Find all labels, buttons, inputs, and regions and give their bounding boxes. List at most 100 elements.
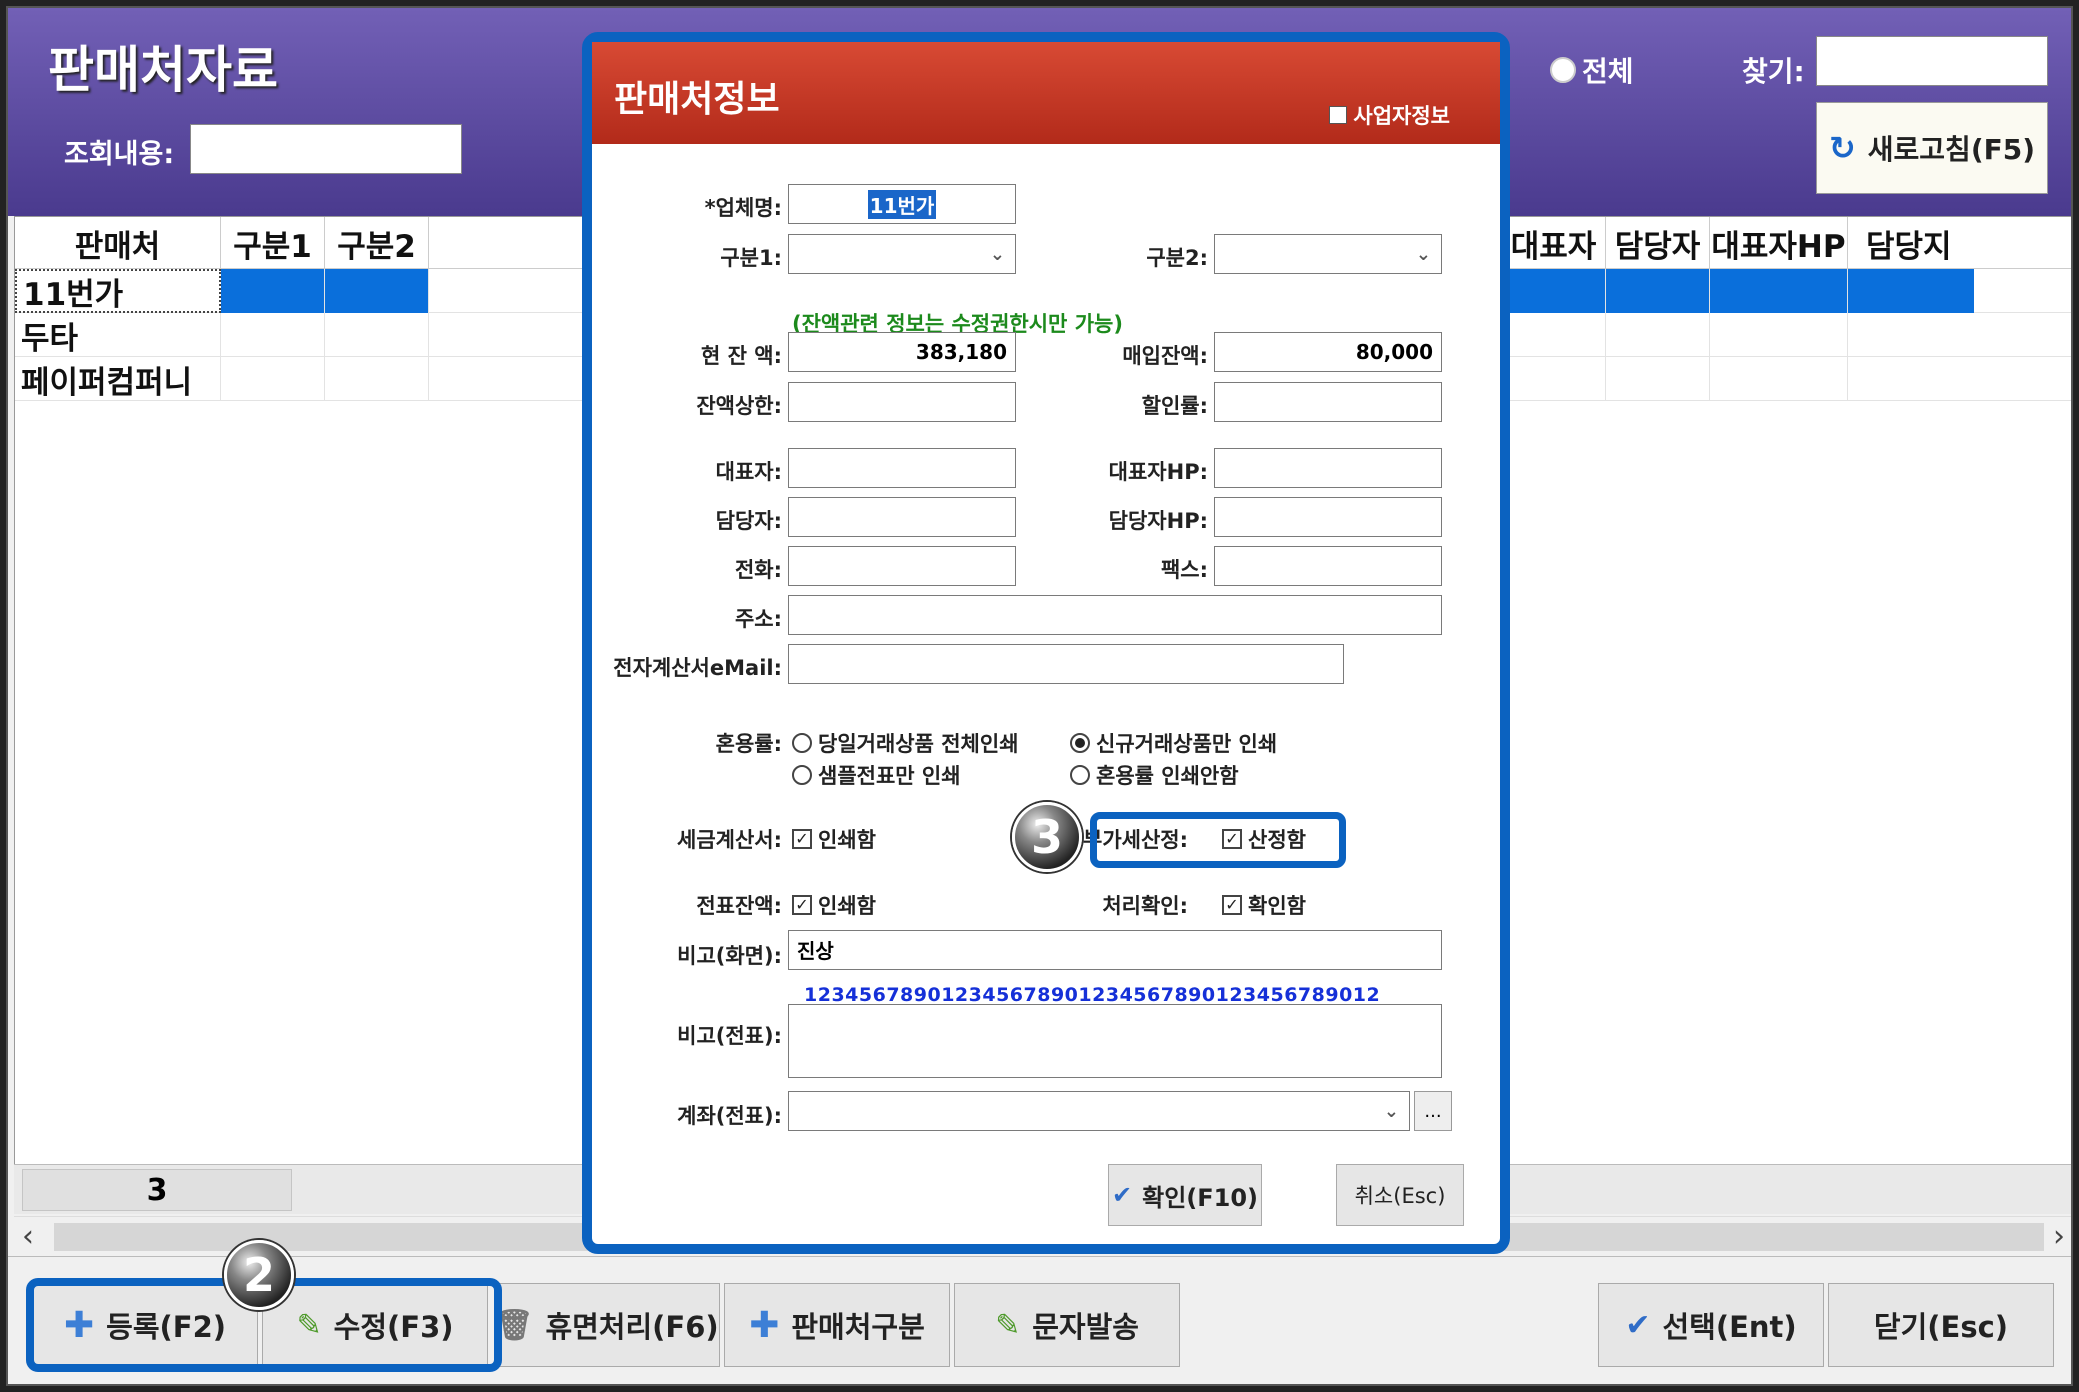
company-value: 11번가 — [867, 189, 937, 219]
find-input[interactable] — [1816, 36, 2048, 86]
manager-hp-label: 담당자HP: — [1108, 509, 1208, 533]
discount-label: 할인률: — [1141, 394, 1208, 418]
close-button[interactable]: 닫기(Esc) — [1828, 1283, 2054, 1367]
chevron-down-icon: ⌄ — [989, 244, 1005, 265]
cell — [1502, 313, 1606, 357]
process-checkbox[interactable]: ✓ 확인함 — [1222, 890, 1306, 920]
check-icon: ✔ — [1112, 1181, 1133, 1209]
ceo-hp-input[interactable] — [1214, 448, 1442, 488]
purchase-balance-input[interactable]: 80,000 — [1214, 332, 1442, 372]
cell — [221, 313, 325, 357]
phone-label: 전화: — [734, 558, 782, 582]
ceo-input[interactable] — [788, 448, 1016, 488]
cell — [1502, 357, 1606, 401]
checkbox-icon — [1329, 106, 1348, 124]
manager-label: 담당자: — [715, 509, 782, 533]
biz-info-checkbox[interactable]: 사업자정보 — [1329, 100, 1450, 130]
slip-balance-label: 전표잔액: — [696, 894, 782, 918]
select-button[interactable]: ✔ 선택(Ent) — [1598, 1283, 1824, 1367]
company-input[interactable]: 11번가 — [788, 184, 1016, 224]
balance-input[interactable]: 383,180 — [788, 332, 1016, 372]
account-select[interactable]: ⌄ — [788, 1091, 1410, 1131]
phone-input[interactable] — [788, 546, 1016, 586]
vendor-category-button[interactable]: ✚ 판매처구분 — [724, 1283, 950, 1367]
manager-hp-input[interactable] — [1214, 497, 1442, 537]
close-label: 닫기(Esc) — [1873, 1310, 2009, 1344]
memo-slip-input[interactable] — [788, 1004, 1442, 1078]
chevron-down-icon: ⌄ — [1415, 244, 1431, 265]
mix-option-none[interactable]: 혼용률 인쇄안함 — [1070, 760, 1239, 790]
radio-all[interactable]: 전체 — [1550, 50, 1634, 90]
highlight-box-step3 — [1090, 812, 1346, 868]
col-header-manager[interactable]: 담당자 — [1606, 217, 1710, 269]
dialog-title-bar: 판매처정보 사업자정보 — [592, 42, 1500, 144]
step-badge-3: 3 — [1012, 802, 1082, 872]
mix-option-new[interactable]: 신규거래상품만 인쇄 — [1070, 728, 1277, 758]
cat2-select[interactable]: ⌄ — [1214, 234, 1442, 274]
biz-info-label: 사업자정보 — [1353, 104, 1450, 128]
col-header-manager2[interactable]: 담당지 — [1848, 217, 1974, 269]
cell — [1606, 269, 1710, 313]
col-header-vendor[interactable]: 판매처 — [15, 217, 221, 269]
cell — [1502, 269, 1606, 313]
cell — [1710, 313, 1848, 357]
limit-input[interactable] — [788, 382, 1016, 422]
company-label: *업체명: — [704, 196, 782, 220]
discount-input[interactable] — [1214, 382, 1442, 422]
col-header-ceo[interactable]: 대표자 — [1502, 217, 1606, 269]
slip-balance-check-label: 인쇄함 — [818, 894, 876, 918]
email-input[interactable] — [788, 644, 1344, 684]
cell — [1848, 269, 1974, 313]
chevron-right-icon[interactable]: › — [2053, 1219, 2065, 1254]
mix-option-all[interactable]: 당일거래상품 전체인쇄 — [792, 728, 1019, 758]
radio-icon — [792, 733, 812, 753]
ceo-label: 대표자: — [715, 460, 782, 484]
col-header-cat1[interactable]: 구분1 — [221, 217, 325, 269]
address-input[interactable] — [788, 595, 1442, 635]
memo-screen-input[interactable]: 진상 — [788, 930, 1442, 970]
col-header-ceo-hp[interactable]: 대표자HP — [1710, 217, 1848, 269]
chevron-left-icon[interactable]: ‹ — [22, 1219, 34, 1254]
tax-invoice-check-label: 인쇄함 — [818, 828, 876, 852]
fax-input[interactable] — [1214, 546, 1442, 586]
vendor-info-dialog: 판매처정보 사업자정보 *업체명: 11번가 구분1: ⌄ 구분2: ⌄ (잔액… — [582, 32, 1510, 1254]
mix-option-none-label: 혼용률 인쇄안함 — [1096, 764, 1239, 788]
character-ruler: 1234567890123456789012345678901234567890… — [804, 984, 1381, 1006]
cancel-button[interactable]: 취소(Esc) — [1336, 1164, 1464, 1226]
process-check-label: 확인함 — [1248, 894, 1306, 918]
slip-balance-checkbox[interactable]: ✓ 인쇄함 — [792, 890, 876, 920]
cat1-select[interactable]: ⌄ — [788, 234, 1016, 274]
mix-option-sample[interactable]: 샘플전표만 인쇄 — [792, 760, 961, 790]
sms-button[interactable]: ✎ 문자발송 — [954, 1283, 1180, 1367]
refresh-button[interactable]: ↻ 새로고침(F5) — [1816, 102, 2048, 194]
account-browse-button[interactable]: ... — [1414, 1091, 1452, 1131]
cell — [1606, 313, 1710, 357]
chevron-down-icon: ⌄ — [1383, 1101, 1399, 1122]
ok-label: 확인(F10) — [1142, 1183, 1258, 1212]
plus-icon: ✚ — [749, 1304, 780, 1346]
col-header-cat2[interactable]: 구분2 — [325, 217, 429, 269]
main-window: 판매처자료 조회내용: 전체 찾기: ↻ 새로고침(F5) 판매처 구분1 구분… — [6, 6, 2073, 1386]
manager-input[interactable] — [788, 497, 1016, 537]
mix-option-all-label: 당일거래상품 전체인쇄 — [818, 732, 1019, 756]
tax-invoice-checkbox[interactable]: ✓ 인쇄함 — [792, 824, 876, 854]
radio-icon — [792, 765, 812, 785]
pencil-icon: ✎ — [995, 1307, 1021, 1343]
refresh-label: 새로고침(F5) — [1867, 133, 2036, 166]
process-label: 처리확인: — [1102, 894, 1188, 918]
select-label: 선택(Ent) — [1662, 1310, 1797, 1344]
page-title: 판매처자료 — [48, 41, 278, 99]
account-label: 계좌(전표): — [677, 1104, 782, 1128]
check-icon: ✔ — [1625, 1307, 1651, 1343]
cell-vendor: 11번가 — [15, 269, 221, 313]
checkbox-checked-icon: ✓ — [1222, 895, 1242, 915]
mix-option-new-label: 신규거래상품만 인쇄 — [1096, 732, 1278, 756]
ok-button[interactable]: ✔ 확인(F10) — [1108, 1164, 1262, 1226]
cell — [325, 313, 429, 357]
radio-icon — [1550, 57, 1576, 83]
refresh-icon: ↻ — [1828, 129, 1856, 167]
dormant-button[interactable]: 🗑 휴면처리(F6) — [494, 1283, 720, 1367]
limit-label: 잔액상한: — [696, 394, 782, 418]
search-input[interactable] — [190, 124, 462, 174]
find-label: 찾기: — [1742, 55, 1805, 88]
